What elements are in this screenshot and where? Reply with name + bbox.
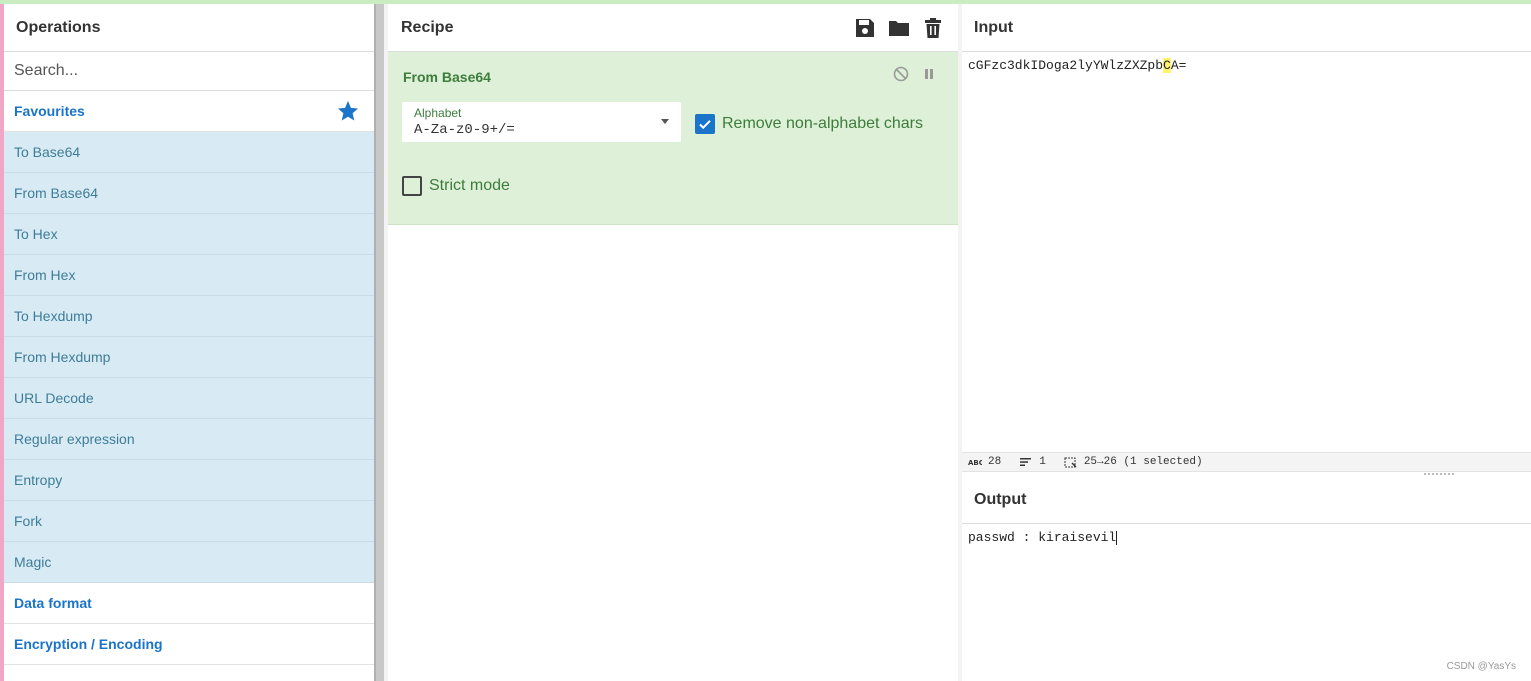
op-item-from-base64[interactable]: From Base64 [4,173,374,214]
category-favourites[interactable]: Favourites [4,91,374,132]
output-text: passwd : kiraisevil [968,530,1117,545]
input-text-start: cGFzc3dkIDoga2lyYWlzZXZpb [968,58,1164,73]
op-item-to-hexdump[interactable]: To Hexdump [4,296,374,337]
input-textarea[interactable]: cGFzc3dkIDoga2lyYWlzZXZpbCA= [968,58,1186,73]
op-item-label: From Base64 [14,185,99,201]
selection-icon [1064,457,1078,468]
category-data-format[interactable]: Data format [4,583,374,624]
star-icon[interactable] [336,99,360,123]
recipe-title: Recipe [401,18,454,36]
op-item-label: To Hex [14,226,58,242]
input-selection: C [1163,58,1171,73]
op-item-to-hex[interactable]: To Hex [4,214,374,255]
length-count: 28 [988,456,1002,468]
save-icon[interactable] [854,17,876,39]
operations-search[interactable] [4,52,374,91]
search-input[interactable] [14,62,354,80]
op-item-label: Magic [14,554,52,570]
op-item-from-hex[interactable]: From Hex [4,255,374,296]
op-item-url-decode[interactable]: URL Decode [4,378,374,419]
op-item-fork[interactable]: Fork [4,501,374,542]
op-item-regular-expression[interactable]: Regular expression [4,419,374,460]
op-item-entropy[interactable]: Entropy [4,460,374,501]
panel-resizer[interactable] [374,4,384,681]
recipe-panel: Recipe From Base64 Alphabet A-Za-z0-9+/= [388,4,958,681]
op-item-magic[interactable]: Magic [4,542,374,583]
pause-icon[interactable] [921,66,937,82]
category-label: Data format [14,595,92,611]
text-cursor [1116,530,1118,545]
category-label: Favourites [14,103,85,119]
abc-icon: ABC [968,457,984,467]
op-item-label: To Hexdump [14,308,93,324]
chevron-down-icon[interactable] [661,119,669,124]
op-item-label: From Hex [14,267,76,283]
category-encryption-encoding[interactable]: Encryption / Encoding [4,624,374,665]
op-item-to-base64[interactable]: To Base64 [4,132,374,173]
selection-range: 25→26 (1 selected) [1083,456,1203,468]
recipe-toolbar [854,17,944,39]
operations-panel: Operations Favourites To Base64 From Bas… [0,4,374,681]
lines-icon [1019,457,1033,467]
checkbox-label: Strict mode [429,177,510,194]
op-item-label: Regular expression [14,431,135,447]
line-count: 1 [1039,456,1046,468]
disable-icon[interactable] [893,66,909,82]
checkbox-label: Remove non-alphabet chars [722,115,924,132]
alphabet-value: A-Za-z0-9+/= [414,122,515,138]
op-item-label: URL Decode [14,390,94,406]
resize-grip[interactable] [1424,473,1454,475]
input-text-end: A= [1170,58,1187,73]
alphabet-select[interactable]: Alphabet A-Za-z0-9+/= [402,102,681,142]
operations-title: Operations [4,4,374,52]
op-item-label: Entropy [14,472,63,488]
folder-icon[interactable] [888,17,910,39]
op-item-label: To Base64 [14,144,81,160]
input-status-bar: ABC 28 1 25→26 (1 selected) [962,452,1531,472]
output-title: Output [962,476,1531,524]
output-panel: Output passwd : kiraisevil [962,476,1531,681]
svg-text:ABC: ABC [968,459,982,467]
category-label: Encryption / Encoding [14,636,163,652]
strict-mode-checkbox[interactable]: Strict mode [402,176,510,196]
input-title: Input [962,4,1531,52]
op-item-label: From Hexdump [14,349,111,365]
watermark: CSDN @YasYs [1446,661,1516,672]
alphabet-label: Alphabet [414,106,462,120]
recipe-operation-card: From Base64 Alphabet A-Za-z0-9+/= Remove… [388,52,958,225]
op-item-from-hexdump[interactable]: From Hexdump [4,337,374,378]
op-item-label: Fork [14,513,42,529]
operation-title: From Base64 [403,69,491,85]
checkbox-checked-icon[interactable] [695,114,715,134]
remove-non-alphabet-checkbox[interactable]: Remove non-alphabet chars [695,114,923,134]
checkbox-unchecked-icon[interactable] [402,176,422,196]
output-textarea[interactable]: passwd : kiraisevil [968,530,1118,545]
trash-icon[interactable] [922,17,944,39]
input-panel: Input cGFzc3dkIDoga2lyYWlzZXZpbCA= [962,4,1531,452]
